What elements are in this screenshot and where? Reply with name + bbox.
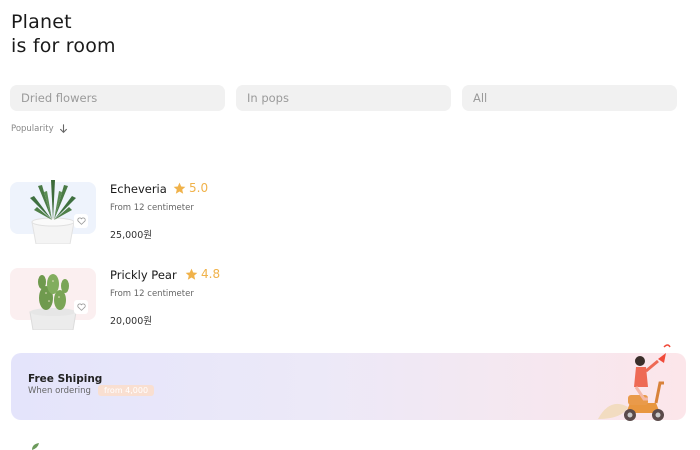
product-card-echeveria[interactable]: Echeveria 5.0 From 12 centimeter 25,000원 [10, 172, 360, 244]
banner-subtitle: When ordering [28, 386, 91, 396]
product-rating: 4.8 [185, 267, 220, 281]
favorite-button[interactable] [74, 300, 88, 314]
filter-dried-flowers[interactable]: Dried flowers [10, 85, 225, 111]
rating-value: 4.8 [201, 267, 221, 281]
arrow-down-icon [59, 124, 67, 134]
leaf-icon [32, 443, 39, 450]
rating-value: 5.0 [189, 181, 209, 195]
product-price: 20,000원 [110, 316, 152, 327]
title-line-1: Planet [11, 11, 72, 33]
page-title: Planet is for room [11, 10, 116, 58]
filter-bar: Dried flowers In pops All [10, 85, 677, 111]
filter-all[interactable]: All [462, 85, 677, 111]
star-icon [185, 268, 198, 280]
product-thumbnail [10, 180, 96, 244]
product-card-prickly-pear[interactable]: Prickly Pear 4.8 From 12 centimeter 20,0… [10, 258, 360, 330]
star-icon [173, 182, 186, 194]
heart-icon [76, 217, 86, 225]
product-size: From 12 centimeter [110, 289, 194, 299]
sort-label: Popularity [11, 124, 54, 134]
product-thumbnail [10, 268, 96, 330]
prickly-pear-plant-image [29, 274, 77, 330]
echeveria-plant-image [30, 180, 76, 244]
product-name: Echeveria [110, 182, 167, 196]
favorite-button[interactable] [74, 214, 88, 228]
filter-in-pops[interactable]: In pops [236, 85, 451, 111]
sort-button[interactable]: Popularity [11, 124, 68, 134]
title-line-2: is for room [11, 35, 116, 57]
heart-icon [76, 303, 86, 311]
product-rating: 5.0 [173, 181, 208, 195]
banner-badge: from 4,000 [98, 385, 155, 396]
scooter-delivery-illustration [598, 344, 671, 421]
free-shipping-banner[interactable]: Free Shiping When ordering from 4,000 [11, 344, 686, 421]
product-price: 25,000원 [110, 230, 152, 241]
banner-title: Free Shiping [28, 373, 103, 385]
product-name: Prickly Pear [110, 268, 177, 282]
product-size: From 12 centimeter [110, 203, 194, 213]
